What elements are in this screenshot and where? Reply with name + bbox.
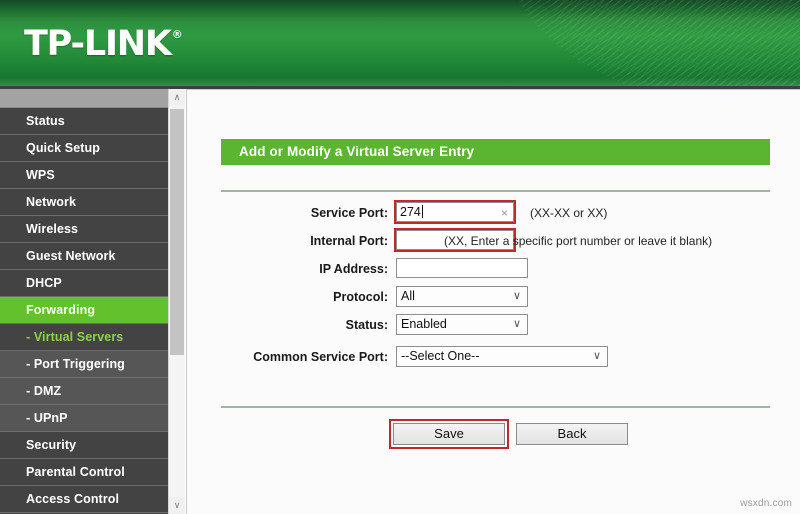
chevron-down-icon: ∨	[592, 350, 601, 362]
scroll-down-arrow-icon[interactable]: ∨	[169, 497, 185, 514]
sidebar-item-security[interactable]: Security	[0, 432, 168, 459]
service-port-value: 274	[400, 205, 421, 219]
protocol-selected-value: All	[401, 289, 415, 303]
virtual-server-form: Service Port: 274 × (XX-XX or XX) Intern…	[187, 200, 800, 342]
sidebar-item-dhcp[interactable]: DHCP	[0, 270, 168, 297]
field-row-internal-port: Internal Port: (XX, Enter a specific por…	[187, 228, 800, 258]
sidebar-item-quick-setup[interactable]: Quick Setup	[0, 135, 168, 162]
common-service-port-selected-value: --Select One--	[401, 349, 480, 363]
header-swoosh-decoration-secondary	[550, 0, 800, 86]
app-header: TP-LINK®	[0, 0, 800, 86]
field-row-ip-address: IP Address:	[187, 258, 800, 286]
sidebar-item-forwarding[interactable]: Forwarding	[0, 297, 168, 324]
clear-icon[interactable]: ×	[501, 206, 508, 220]
sidebar-item-port-triggering[interactable]: - Port Triggering	[0, 351, 168, 378]
ip-address-control	[396, 258, 528, 278]
status-select[interactable]: Enabled ∨	[396, 314, 528, 335]
field-row-status: Status: Enabled ∨	[187, 314, 800, 342]
common-service-port-label: Common Service Port:	[253, 350, 388, 364]
service-port-control: 274 ×	[394, 200, 516, 224]
sidebar-item-list: Status Quick Setup WPS Network Wireless Guest…	[0, 108, 168, 514]
field-row-protocol: Protocol: All ∨	[187, 286, 800, 314]
section-title-banner: Add or Modify a Virtual Server Entry	[221, 139, 770, 165]
sidebar-item-guest-network[interactable]: Guest Network	[0, 243, 168, 270]
internal-port-label: Internal Port:	[310, 234, 388, 248]
back-button[interactable]: Back	[516, 423, 628, 445]
status-selected-value: Enabled	[401, 317, 447, 331]
service-port-hint: (XX-XX or XX)	[530, 206, 608, 220]
sidebar-scrollbar[interactable]: ∧ ∨	[168, 89, 185, 514]
sidebar-navigation: Status Quick Setup WPS Network Wireless Guest…	[0, 89, 168, 514]
common-service-port-select[interactable]: --Select One-- ∨	[396, 346, 608, 367]
service-port-label: Service Port:	[310, 206, 388, 220]
text-cursor	[421, 205, 423, 218]
protocol-label: Protocol:	[333, 290, 388, 304]
common-service-port-control: --Select One-- ∨	[396, 346, 608, 367]
save-button-highlight-box	[389, 419, 509, 449]
main-content-panel: Add or Modify a Virtual Server Entry Ser…	[186, 89, 800, 514]
sidebar-top-strip	[0, 89, 168, 108]
scrollbar-thumb[interactable]	[170, 109, 184, 355]
watermark-text: wsxdn.com	[740, 498, 792, 509]
internal-port-hint: (XX, Enter a specific port number or lea…	[444, 234, 713, 248]
sidebar-item-status[interactable]: Status	[0, 108, 168, 135]
chevron-down-icon: ∨	[512, 290, 521, 302]
ip-address-label: IP Address:	[319, 262, 388, 276]
registered-trademark-icon: ®	[171, 28, 183, 41]
sidebar-item-virtual-servers[interactable]: - Virtual Servers	[0, 324, 168, 351]
sidebar-item-parental-control[interactable]: Parental Control	[0, 459, 168, 486]
sidebar-item-network[interactable]: Network	[0, 189, 168, 216]
tp-link-logo: TP-LINK®	[24, 24, 183, 64]
service-port-input[interactable]: 274 ×	[396, 202, 514, 222]
sidebar-item-access-control[interactable]: Access Control	[0, 486, 168, 513]
sidebar-item-wireless[interactable]: Wireless	[0, 216, 168, 243]
status-label: Status:	[345, 318, 388, 332]
chevron-down-icon: ∨	[512, 318, 521, 330]
sidebar-item-wps[interactable]: WPS	[0, 162, 168, 189]
ip-address-input[interactable]	[396, 258, 528, 278]
divider-top	[221, 190, 770, 192]
field-row-common-service-port: Common Service Port: --Select One-- ∨	[187, 346, 800, 372]
status-control: Enabled ∨	[396, 314, 528, 335]
sidebar-item-dmz[interactable]: - DMZ	[0, 378, 168, 405]
protocol-select[interactable]: All ∨	[396, 286, 528, 307]
logo-text: TP-LINK	[24, 24, 172, 64]
protocol-control: All ∨	[396, 286, 528, 307]
sidebar-item-upnp[interactable]: - UPnP	[0, 405, 168, 432]
divider-bottom	[221, 406, 770, 408]
field-row-service-port: Service Port: 274 × (XX-XX or XX)	[187, 200, 800, 230]
scroll-up-arrow-icon[interactable]: ∧	[169, 89, 185, 106]
